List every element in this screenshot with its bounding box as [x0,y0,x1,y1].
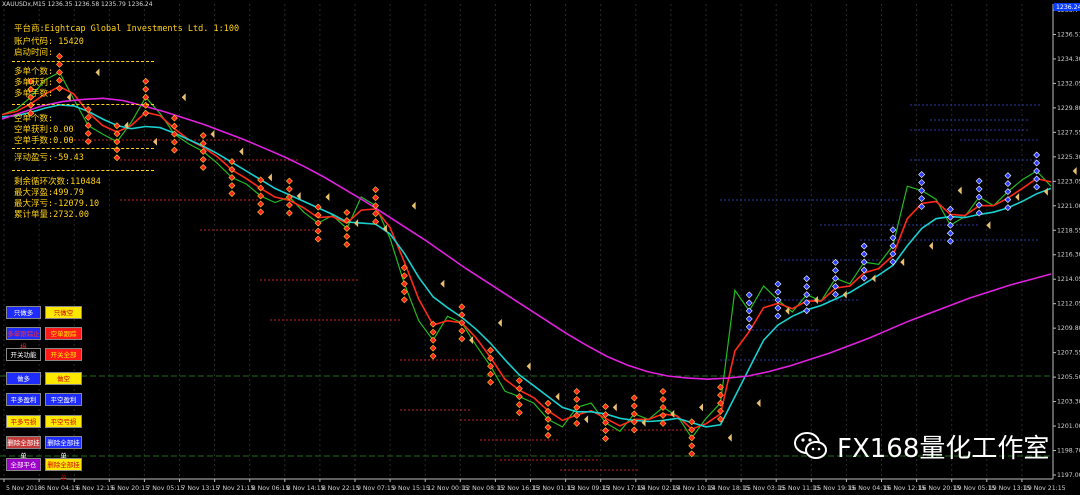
price-tick-label: 1216.30 [1057,252,1080,259]
time-tick-label: 8 Nov 06:15 [252,485,290,492]
control-button[interactable]: 删除全部挂单 [45,436,82,460]
price-tick-label: 1207.55 [1057,350,1080,357]
time-tick-label: 9 Nov 15:15 [392,485,430,492]
control-button[interactable]: 删除全部挂单 [45,458,82,482]
control-button[interactable]: 全部平仓 [6,458,41,471]
info-line: 剩余循环次数:110484 [14,177,101,187]
chart-background [0,0,1080,495]
control-button[interactable]: 做多 [6,372,41,385]
control-button[interactable]: 平空盈利 [45,393,82,406]
price-tick-label: 1205.50 [1057,374,1080,381]
control-button[interactable]: 空单跟踪 [45,327,82,340]
price-tick-label: 1214.05 [1057,276,1080,283]
watermark: FX168量化工作室 [793,425,1075,467]
price-tick-label: 1225.30 [1057,154,1080,161]
price-tick-label: 1236.51 [1057,31,1080,38]
info-line: 最大浮盈:499.79 [14,188,84,198]
wechat-icon [793,430,829,462]
current-price-label: 1236.24 [1056,4,1080,11]
time-tick-label: 6 Nov 04:15 [41,485,79,492]
price-tick-label: 1212.05 [1057,301,1080,308]
price-tick-label: 1197.00 [1057,472,1080,479]
info-separator [12,148,154,149]
trading-chart-window: 5 Nov 2018 6 Nov 04:15 6 Nov 12:15 6 Nov 20… [0,0,1080,495]
watermark-text: FX168量化工作室 [837,433,1050,464]
price-tick-label: 1234.30 [1057,56,1080,63]
price-tick-label: 1209.80 [1057,325,1080,332]
time-tick-label: 6 Nov 20:15 [111,485,149,492]
info-line: 启动时间: [14,48,54,58]
control-button[interactable]: 开关全部 [45,348,82,361]
price-tick-label: 1227.55 [1057,129,1080,136]
time-tick-label: 9 Nov 07:15 [357,485,395,492]
info-line: 平台商:Eightcap Global Investments Ltd. 1:1… [14,24,240,34]
price-tick-label: 1218.55 [1057,227,1080,234]
time-tick-label: 6 Nov 12:15 [76,485,114,492]
price-tick-label: 1232.05 [1057,80,1080,87]
price-tick-label: 1203.30 [1057,399,1080,406]
info-separator [12,104,154,105]
control-button[interactable]: 只做多 [6,306,41,319]
control-button[interactable]: 平多亏损 [6,415,41,428]
info-separator [12,61,154,62]
time-tick-label: 5 Nov 2018 [6,485,42,492]
time-tick-label: 7 Nov 05:15 [146,485,184,492]
price-chart[interactable]: 5 Nov 2018 6 Nov 04:156 Nov 12:156 Nov 20… [0,0,1080,495]
info-line: 多单个数: [14,67,54,77]
info-line: 空单手数:0.00 [14,136,74,146]
control-button[interactable]: 做空 [45,372,82,385]
price-tick-label: 1223.05 [1057,178,1080,185]
price-tick-label: 1229.80 [1057,105,1080,112]
price-tick-label: 1221.00 [1057,203,1080,210]
info-separator [12,170,154,171]
info-line: 最大浮亏:-12079.10 [14,199,100,209]
time-tick-label: 7 Nov 21:15 [217,485,255,492]
control-button[interactable]: 平空亏损 [45,415,82,428]
info-line: 多单手数: [14,89,54,99]
control-button[interactable]: 只做空 [45,306,82,319]
symbol-bar: XAUUSDx,M15 1236.35 1236.58 1235.79 1236… [2,1,153,8]
time-tick-label: 8 Nov 22:15 [322,485,360,492]
info-line: 空单个数: [14,114,54,124]
time-tick-label: 19 Nov 21:15 [1024,485,1066,492]
info-line: 空单获利:0.00 [14,125,74,135]
control-button[interactable]: 平多盈利 [6,393,41,406]
info-line: 账户代码: 15420 [14,37,84,47]
info-line: 浮动盈亏:-59.43 [14,153,84,163]
time-tick-label: 7 Nov 13:15 [182,485,220,492]
info-line: 累计单量:2732.00 [14,210,89,220]
control-button[interactable]: 开关功能 [6,348,41,361]
time-tick-label: 8 Nov 14:15 [287,485,325,492]
info-line: 多单获利: [14,78,54,88]
control-button[interactable]: 多单跟踪止损 [6,327,41,351]
control-button[interactable]: 删除全部挂单 [6,436,41,460]
